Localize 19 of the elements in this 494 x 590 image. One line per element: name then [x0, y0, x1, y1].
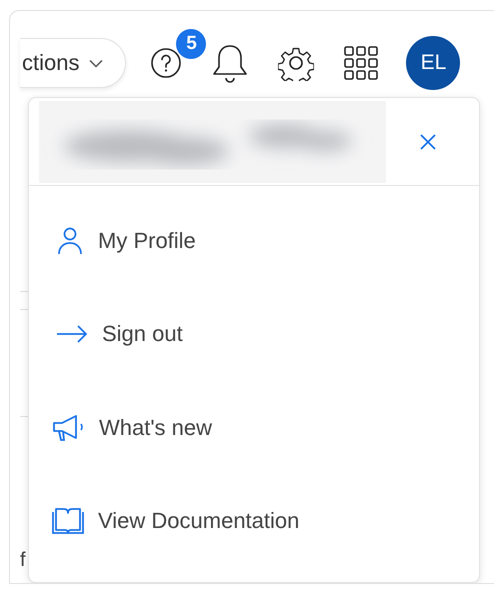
notification-badge: 5 [176, 29, 206, 59]
arrow-right-icon [56, 325, 88, 344]
menu-item[interactable]: What's new [29, 381, 479, 474]
bell-icon[interactable] [212, 43, 248, 83]
book-icon [52, 506, 84, 536]
settings-icon[interactable] [278, 45, 314, 81]
close-button[interactable] [419, 132, 437, 150]
apps-grid-icon[interactable] [344, 46, 378, 80]
menu-button[interactable]: ctions [20, 38, 126, 88]
menu-item[interactable]: My Profile [29, 194, 479, 288]
menu-item[interactable]: View Documentation [29, 474, 479, 568]
chevron-down-icon [89, 58, 104, 68]
person-icon [56, 226, 84, 256]
background-text: f [20, 549, 26, 572]
close-icon [419, 132, 437, 150]
menu-item[interactable]: Sign out [29, 288, 479, 381]
megaphone-icon [52, 414, 85, 442]
user-avatar[interactable]: EL [406, 36, 460, 90]
help-icon[interactable] [150, 47, 182, 79]
